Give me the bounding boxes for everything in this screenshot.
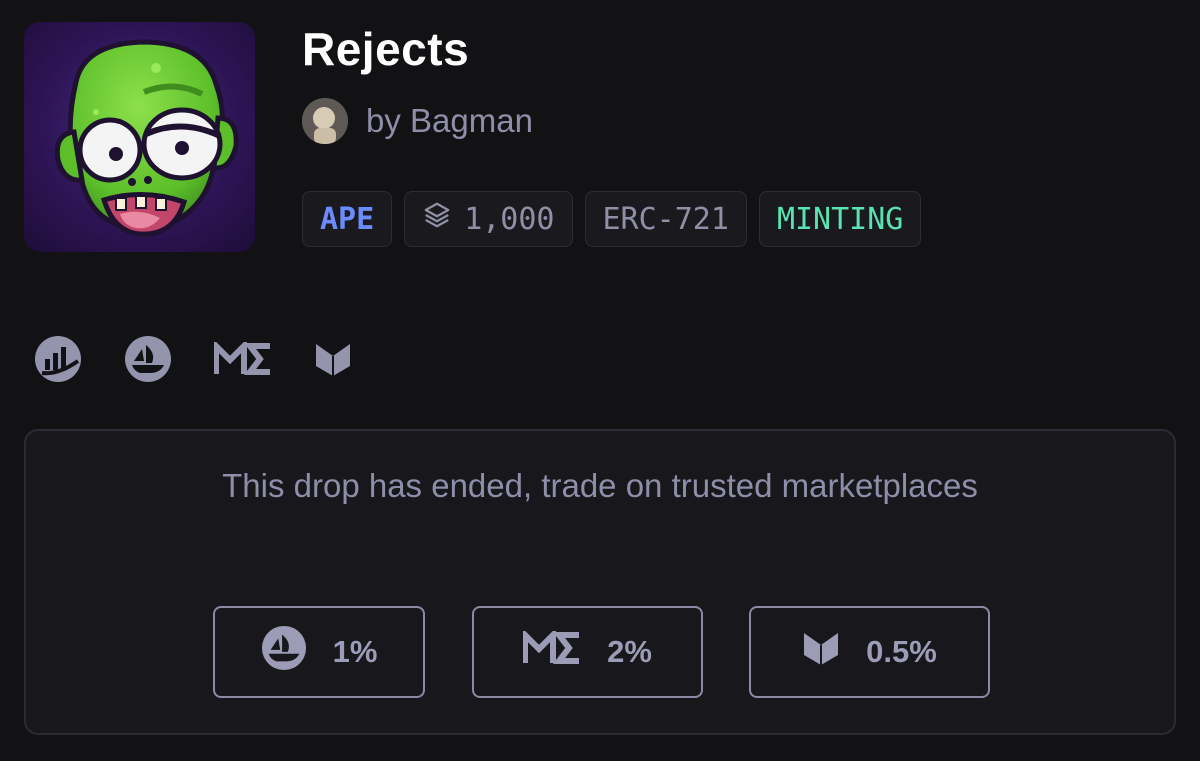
analytics-icon[interactable] — [34, 335, 82, 383]
collection-cover-image — [24, 22, 255, 252]
collection-title: Rejects — [302, 23, 470, 75]
blur-icon[interactable] — [314, 340, 352, 378]
opensea-icon[interactable] — [124, 335, 172, 383]
opensea-trade-button[interactable]: 1% — [213, 606, 425, 698]
opensea-fee: 1% — [332, 634, 378, 669]
status-label: MINTING — [776, 201, 904, 237]
zombie-artwork — [54, 39, 239, 237]
marketplace-links — [34, 335, 352, 383]
magic-eden-icon — [522, 627, 581, 673]
chain-label: APE — [320, 201, 375, 237]
layers-icon — [422, 200, 452, 238]
magic-eden-trade-button[interactable]: 2% — [472, 606, 703, 698]
supply-count: 1,000 — [464, 201, 555, 237]
standard-tag: ERC-721 — [584, 191, 747, 247]
blur-trade-button[interactable]: 0.5% — [749, 606, 990, 698]
collection-tags: APE 1,000 ERC-721 MINTING — [302, 191, 922, 247]
drop-ended-panel: This drop has ended, trade on trusted ma… — [24, 429, 1176, 735]
status-tag: MINTING — [758, 191, 922, 247]
blur-fee: 0.5% — [866, 634, 937, 669]
blur-icon — [802, 629, 840, 675]
drop-ended-message: This drop has ended, trade on trusted ma… — [222, 467, 978, 504]
chain-tag: APE — [302, 191, 393, 247]
standard-label: ERC-721 — [602, 201, 729, 237]
creator-name[interactable]: by Bagman — [366, 102, 533, 140]
creator-avatar[interactable] — [302, 98, 348, 144]
magic-eden-icon[interactable] — [214, 342, 272, 376]
supply-tag: 1,000 — [404, 191, 573, 247]
opensea-icon — [261, 625, 307, 679]
creator-row[interactable]: by Bagman — [302, 97, 533, 145]
magic-eden-fee: 2% — [607, 634, 652, 669]
